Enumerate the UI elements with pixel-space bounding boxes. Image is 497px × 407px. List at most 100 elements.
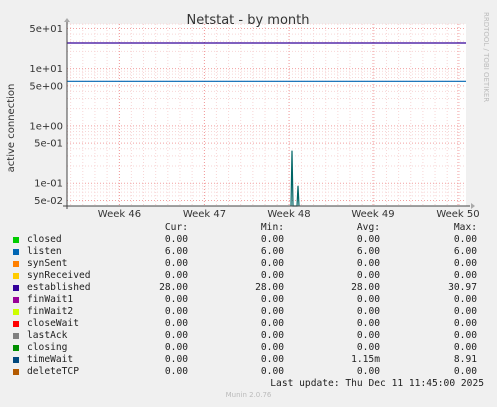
- legend-row: finWait2 0.00 0.00 0.00 0.00: [12, 306, 484, 318]
- legend-avg: 0.00: [356, 318, 380, 329]
- x-tick-label: Week 46: [98, 209, 141, 220]
- legend-avg: 0.00: [356, 330, 380, 341]
- legend-min: 0.00: [260, 258, 284, 269]
- legend-swatch: [13, 273, 19, 279]
- last-update: Last update: Thu Dec 11 11:45:00 2025: [270, 378, 484, 389]
- legend-max: 8.91: [453, 354, 477, 365]
- legend-cur: 0.00: [164, 318, 188, 329]
- legend-name: finWait1: [27, 294, 74, 305]
- legend-name: synSent: [27, 258, 68, 269]
- legend-swatch: [13, 297, 19, 303]
- legend-max: 0.00: [453, 270, 477, 281]
- legend-cur: 0.00: [164, 366, 188, 377]
- x-tick-label: Week 47: [183, 209, 226, 220]
- legend-cur: 0.00: [164, 234, 188, 245]
- legend-row: synReceived 0.00 0.00 0.00 0.00: [12, 270, 484, 282]
- y-tick-label: 5e+01: [29, 24, 63, 35]
- legend-max: 0.00: [453, 294, 477, 305]
- y-tick-label: 1e-01: [34, 179, 63, 190]
- legend-min: 0.00: [260, 270, 284, 281]
- legend-avg: 0.00: [356, 258, 380, 269]
- legend-cur: 0.00: [164, 258, 188, 269]
- legend-swatch: [13, 357, 19, 363]
- legend-row: closing 0.00 0.00 0.00 0.00: [12, 342, 484, 354]
- legend-avg: 0.00: [356, 342, 380, 353]
- legend-min: 0.00: [260, 366, 284, 377]
- legend-name: timeWait: [27, 354, 74, 365]
- legend-header: Cur: Min: Avg: Max:: [12, 222, 484, 234]
- legend-min: 0.00: [260, 294, 284, 305]
- legend-swatch: [13, 369, 19, 375]
- legend-avg: 28.00: [351, 282, 380, 293]
- x-tick-label: Week 49: [351, 209, 394, 220]
- y-tick-label: 1e+00: [29, 121, 63, 132]
- legend-row: synSent 0.00 0.00 0.00 0.00: [12, 258, 484, 270]
- legend-name: established: [27, 282, 91, 293]
- legend-min: 28.00: [255, 282, 284, 293]
- legend-swatch: [13, 345, 19, 351]
- legend-min: 0.00: [260, 306, 284, 317]
- legend-cur: 0.00: [164, 294, 188, 305]
- legend-avg: 0.00: [356, 294, 380, 305]
- legend-avg: 1.15m: [351, 354, 380, 365]
- legend-row: listen 6.00 6.00 6.00 6.00: [12, 246, 484, 258]
- legend-swatch: [13, 333, 19, 339]
- legend-swatch: [13, 309, 19, 315]
- legend-row: closeWait 0.00 0.00 0.00 0.00: [12, 318, 484, 330]
- legend-avg: 0.00: [356, 306, 380, 317]
- legend-min: 0.00: [260, 330, 284, 341]
- legend-avg: 6.00: [356, 246, 380, 257]
- legend-max: 0.00: [453, 366, 477, 377]
- legend-name: lastAck: [27, 330, 68, 341]
- header-max: Max:: [453, 222, 477, 233]
- legend-max: 0.00: [453, 306, 477, 317]
- legend-swatch: [13, 285, 19, 291]
- legend-row: deleteTCP 0.00 0.00 0.00 0.00: [12, 366, 484, 378]
- header-min: Min:: [260, 222, 284, 233]
- legend-row: established 28.00 28.00 28.00 30.97: [12, 282, 484, 294]
- legend-max: 0.00: [453, 258, 477, 269]
- x-tick-label: Week 48: [267, 209, 310, 220]
- y-tick-label: 5e+00: [29, 81, 63, 92]
- legend-name: closing: [27, 342, 68, 353]
- y-tick-label: 5e-01: [34, 139, 63, 150]
- legend-row: closed 0.00 0.00 0.00 0.00: [12, 234, 484, 246]
- legend-swatch: [13, 237, 19, 243]
- legend-row: timeWait 0.00 0.00 1.15m 8.91: [12, 354, 484, 366]
- legend-min: 0.00: [260, 342, 284, 353]
- y-axis-label: active connection: [6, 84, 17, 173]
- legend-avg: 0.00: [356, 270, 380, 281]
- legend-row: lastAck 0.00 0.00 0.00 0.00: [12, 330, 484, 342]
- legend-name: deleteTCP: [27, 366, 79, 377]
- legend-swatch: [13, 261, 19, 267]
- netstat-chart: 5e+01 1e+01 5e+00 1e+00 5e-01 1e-01 5e-02 Week…: [6, 12, 490, 220]
- legend-max: 30.97: [448, 282, 477, 293]
- legend-max: 0.00: [453, 330, 477, 341]
- legend-name: finWait2: [27, 306, 74, 317]
- legend-max: 0.00: [453, 318, 477, 329]
- y-tick-labels: 5e+01 1e+01 5e+00 1e+00 5e-01 1e-01 5e-02: [29, 24, 63, 207]
- y-tick-label: 5e-02: [34, 196, 63, 207]
- legend-max: 6.00: [453, 246, 477, 257]
- legend-max: 0.00: [453, 234, 477, 245]
- legend-swatch: [13, 249, 19, 255]
- x-tick-labels: Week 46 Week 47 Week 48 Week 49 Week 50: [98, 209, 480, 220]
- legend-min: 0.00: [260, 354, 284, 365]
- legend-cur: 0.00: [164, 270, 188, 281]
- legend-avg: 0.00: [356, 366, 380, 377]
- legend-name: closed: [27, 234, 62, 245]
- x-tick-label: Week 50: [436, 209, 479, 220]
- legend-row: finWait1 0.00 0.00 0.00 0.00: [12, 294, 484, 306]
- legend: Cur: Min: Avg: Max: closed 0.00 0.00 0.00 0.…: [12, 222, 484, 378]
- rrdtool-credit: RRDTOOL / TOBI OETIKER: [482, 12, 490, 102]
- legend-name: synReceived: [27, 270, 91, 281]
- munin-version: Munin 2.0.76: [225, 391, 272, 399]
- legend-cur: 0.00: [164, 306, 188, 317]
- legend-cur: 6.00: [164, 246, 188, 257]
- legend-cur: 28.00: [159, 282, 188, 293]
- y-tick-label: 1e+01: [29, 64, 63, 75]
- legend-name: listen: [27, 246, 62, 257]
- legend-min: 0.00: [260, 234, 284, 245]
- legend-min: 0.00: [260, 318, 284, 329]
- legend-swatch: [13, 321, 19, 327]
